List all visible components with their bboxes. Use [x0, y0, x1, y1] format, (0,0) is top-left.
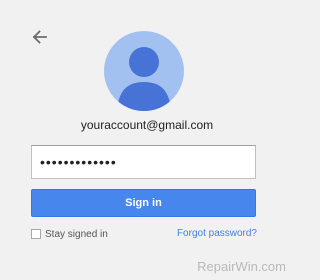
account-email: youraccount@gmail.com [80, 118, 214, 132]
avatar [104, 31, 184, 111]
sign-in-button[interactable]: Sign in [31, 189, 256, 217]
back-button[interactable] [30, 27, 50, 47]
arrow-left-icon [32, 30, 47, 44]
watermark: RepairWin.com [197, 259, 286, 274]
password-field[interactable] [31, 145, 256, 179]
stay-signed-in[interactable]: Stay signed in [31, 227, 108, 241]
signin-card: youraccount@gmail.com Sign in Stay signe… [0, 0, 294, 280]
default-user-avatar-icon [104, 31, 184, 111]
stay-signed-in-label: Stay signed in [45, 228, 108, 240]
forgot-password-link[interactable]: Forgot password? [177, 228, 257, 239]
stay-signed-in-checkbox[interactable] [31, 229, 41, 239]
